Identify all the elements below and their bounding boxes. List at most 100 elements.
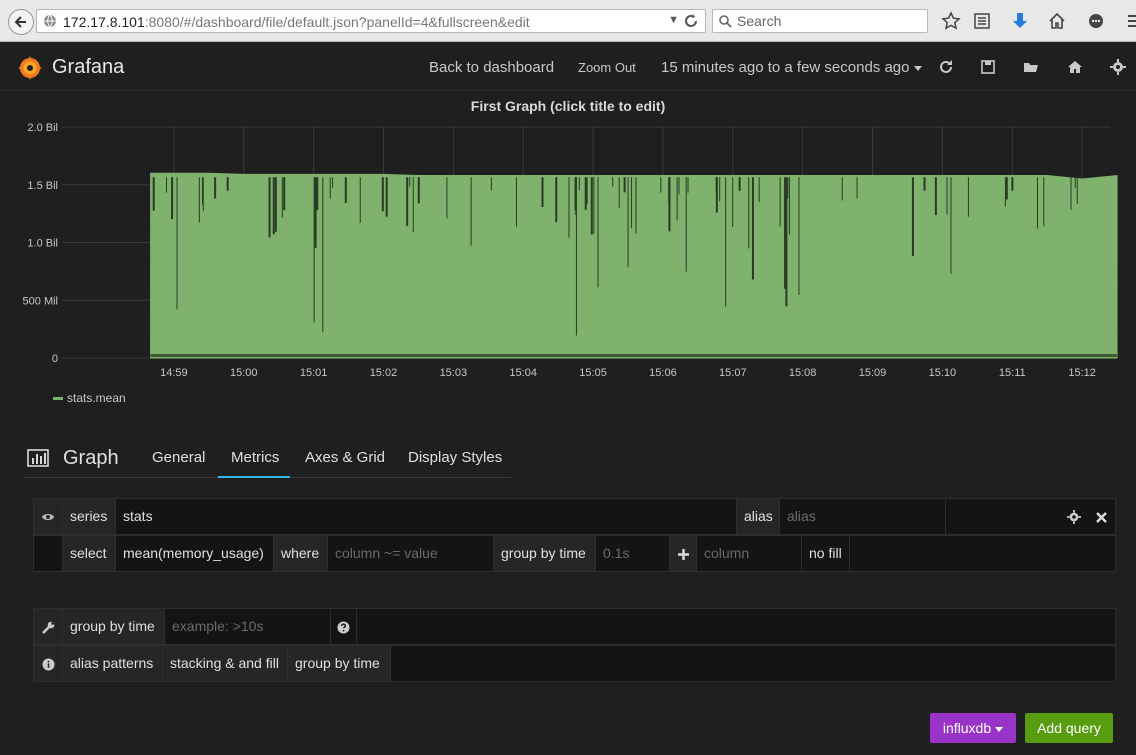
panel-editor-tabs: Graph General Metrics Axes & Grid Displa… xyxy=(23,438,511,478)
eye-icon xyxy=(42,514,54,521)
help-alias-patterns[interactable]: alias patterns xyxy=(63,646,163,681)
gear-icon[interactable] xyxy=(1110,59,1126,75)
x-tick-label: 15:11 xyxy=(999,367,1026,379)
back-to-dashboard-link[interactable]: Back to dashboard xyxy=(429,59,554,76)
x-tick-label: 15:01 xyxy=(300,367,328,379)
graph-canvas[interactable]: 2.0 Bil 1.5 Bil 1.0 Bil 500 Mil 0 14:59 15:00 1… xyxy=(0,115,1136,387)
reload-icon[interactable] xyxy=(683,13,699,29)
toggle-visibility-button[interactable] xyxy=(34,499,63,534)
address-bar[interactable]: 172.17.8.101:8080/#/dashboard/file/defau… xyxy=(36,9,706,33)
datasource-label: influxdb xyxy=(942,720,992,736)
close-icon xyxy=(1095,511,1107,523)
y-tick-label: 1.5 Bil xyxy=(27,180,58,192)
series-input[interactable]: stats xyxy=(116,499,737,534)
tab-metrics[interactable]: Metrics xyxy=(231,449,279,466)
grafana-logo-icon[interactable] xyxy=(17,55,43,81)
question-circle-icon xyxy=(337,621,350,634)
chevron-down-icon[interactable]: ▼ xyxy=(668,14,679,26)
where-input[interactable]: column ~= value xyxy=(328,536,494,571)
time-range-picker[interactable]: 15 minutes ago to a few seconds ago xyxy=(661,59,922,76)
query-row-select: select mean(memory_usage) where column ~… xyxy=(33,535,1116,572)
panel-title[interactable]: First Graph (click title to edit) xyxy=(0,98,1136,114)
series-baseline-noise xyxy=(150,354,1118,357)
x-tick-label: 15:00 xyxy=(230,367,258,379)
remove-query-button[interactable] xyxy=(1090,499,1112,534)
menu-icon[interactable] xyxy=(1124,11,1136,31)
home-dashboard-icon[interactable] xyxy=(1067,59,1083,75)
reading-list-icon[interactable] xyxy=(972,11,992,31)
time-range-label: 15 minutes ago to a few seconds ago xyxy=(661,59,910,76)
caret-down-icon xyxy=(995,726,1004,732)
bar-chart-icon xyxy=(27,449,49,467)
y-tick-label: 2.0 Bil xyxy=(27,122,58,134)
group-by-column-input[interactable]: column xyxy=(697,536,802,571)
x-tick-label: 15:02 xyxy=(370,367,398,379)
globe-icon xyxy=(44,14,56,28)
x-tick-label: 15:10 xyxy=(929,367,957,379)
row-spacer xyxy=(34,536,63,571)
search-icon xyxy=(719,15,732,28)
legend-swatch xyxy=(53,397,63,401)
x-tick-label: 15:04 xyxy=(509,367,537,379)
options-row-group-by: group by time example: >10s xyxy=(33,608,1116,645)
x-tick-label: 15:12 xyxy=(1068,367,1096,379)
x-tick-label: 15:09 xyxy=(859,367,887,379)
series-area-stats-mean[interactable] xyxy=(150,172,1118,359)
query-settings-button[interactable] xyxy=(1064,499,1084,534)
add-group-by-button[interactable] xyxy=(670,536,697,571)
tab-display-styles[interactable]: Display Styles xyxy=(408,449,502,466)
download-icon[interactable] xyxy=(1010,11,1030,31)
star-icon[interactable] xyxy=(941,11,961,31)
home-icon[interactable] xyxy=(1047,11,1067,31)
url-text: 172.17.8.101:8080/#/dashboard/file/defau… xyxy=(63,14,530,30)
x-tick-label: 15:06 xyxy=(649,367,677,379)
options-row-help: alias patterns stacking & and fill group… xyxy=(33,645,1116,682)
fill-option-select[interactable]: no fill xyxy=(802,536,850,571)
panel-type-title: Graph xyxy=(63,447,119,469)
app-brand[interactable]: Grafana xyxy=(52,56,124,79)
back-button[interactable] xyxy=(8,9,34,35)
save-icon[interactable] xyxy=(980,59,996,75)
browser-search[interactable] xyxy=(712,9,928,33)
grafana-topnav: Grafana Back to dashboard Zoom Out 15 mi… xyxy=(0,43,1136,91)
select-label: select xyxy=(63,536,116,571)
series-label: series xyxy=(63,499,116,534)
where-label: where xyxy=(274,536,328,571)
y-tick-label: 0 xyxy=(52,353,58,365)
url-host: 172.17.8.101 xyxy=(63,14,145,30)
info-icon-cell xyxy=(34,646,63,681)
legend-label: stats.mean xyxy=(67,391,126,405)
chat-icon[interactable] xyxy=(1086,11,1106,31)
help-stacking-fill[interactable]: stacking & and fill xyxy=(163,646,288,681)
select-input[interactable]: mean(memory_usage) xyxy=(116,536,274,571)
add-query-button[interactable]: Add query xyxy=(1025,713,1113,743)
plus-icon xyxy=(677,548,689,560)
options-group-by-input[interactable]: example: >10s xyxy=(165,609,331,644)
active-tab-indicator xyxy=(218,476,290,478)
y-tick-label: 1.0 Bil xyxy=(27,238,58,250)
refresh-icon[interactable] xyxy=(938,59,954,75)
folder-open-icon[interactable] xyxy=(1023,59,1039,75)
x-tick-label: 15:08 xyxy=(789,367,817,379)
wrench-icon xyxy=(41,621,54,634)
browser-toolbar: 172.17.8.101:8080/#/dashboard/file/defau… xyxy=(0,0,1136,42)
zoom-out-button[interactable]: Zoom Out xyxy=(578,60,636,75)
tab-general[interactable]: General xyxy=(152,449,205,466)
x-tick-label: 15:07 xyxy=(719,367,747,379)
group-by-time-input[interactable]: 0.1s xyxy=(596,536,670,571)
tab-axes-grid[interactable]: Axes & Grid xyxy=(305,449,385,466)
y-tick-label: 500 Mil xyxy=(23,295,58,307)
options-icon-cell xyxy=(34,609,63,644)
group-by-help-button[interactable] xyxy=(331,609,357,644)
group-by-time-label: group by time xyxy=(494,536,596,571)
search-input[interactable] xyxy=(737,13,917,29)
caret-down-icon xyxy=(913,65,922,71)
datasource-select-button[interactable]: influxdb xyxy=(930,713,1016,743)
x-tick-label: 15:05 xyxy=(579,367,607,379)
url-path: :8080/#/dashboard/file/default.json?pane… xyxy=(144,14,530,30)
options-group-by-label: group by time xyxy=(63,609,165,644)
legend-item[interactable]: stats.mean xyxy=(53,391,126,405)
help-group-by-time[interactable]: group by time xyxy=(288,646,391,681)
alias-label: alias xyxy=(737,499,780,534)
alias-input[interactable]: alias xyxy=(780,499,946,534)
